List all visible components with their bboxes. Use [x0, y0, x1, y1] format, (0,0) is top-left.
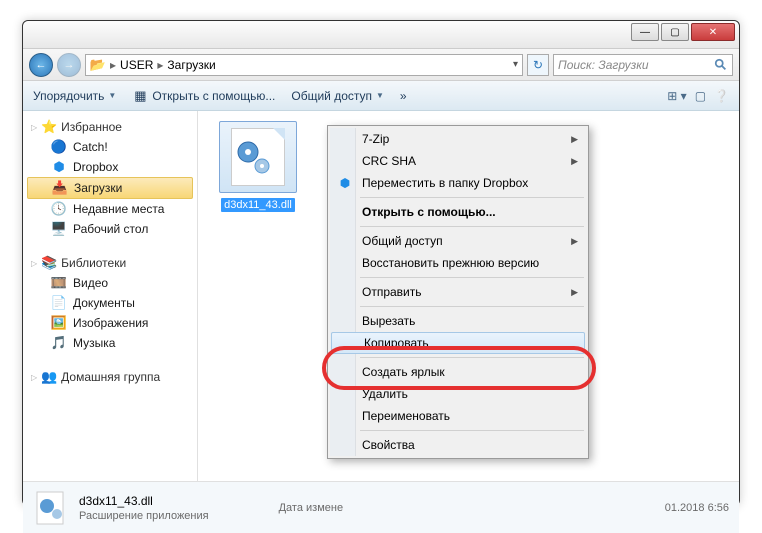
ctx-copy[interactable]: Копировать — [331, 332, 585, 354]
ctx-share[interactable]: Общий доступ▶ — [330, 230, 586, 252]
sidebar: ▷⭐Избранное 🔵Catch! ⬢Dropbox 📥Загрузки 🕓… — [23, 111, 198, 481]
sidebar-item-documents[interactable]: 📄Документы — [23, 293, 197, 313]
forward-button[interactable]: → — [57, 53, 81, 77]
ctx-delete[interactable]: Удалить — [330, 383, 586, 405]
star-icon: ⭐ — [41, 119, 57, 135]
titlebar[interactable]: — ▢ ✕ — [23, 21, 739, 49]
back-button[interactable]: ← — [29, 53, 53, 77]
submenu-arrow-icon: ▶ — [571, 156, 578, 167]
search-placeholder: Поиск: Загрузки — [558, 58, 649, 72]
ctx-rename[interactable]: Переименовать — [330, 405, 586, 427]
folder-icon: 📂 — [90, 57, 106, 73]
help-icon[interactable]: ❔ — [714, 89, 729, 103]
ctx-crcsha[interactable]: CRC SHA▶ — [330, 150, 586, 172]
status-bar: d3dx11_43.dll Расширение приложения Дата… — [23, 481, 739, 533]
documents-icon: 📄 — [51, 295, 67, 311]
share-button[interactable]: Общий доступ▼ — [291, 89, 384, 103]
submenu-arrow-icon: ▶ — [571, 287, 578, 298]
dll-file-icon — [219, 121, 297, 193]
refresh-button[interactable]: ↻ — [527, 54, 549, 76]
ctx-open-with[interactable]: Открыть с помощью... — [330, 201, 586, 223]
ctx-cut[interactable]: Вырезать — [330, 310, 586, 332]
dropbox-icon: ⬢ — [336, 176, 354, 190]
status-filetype: Расширение приложения — [79, 510, 209, 522]
ctx-send-to[interactable]: Отправить▶ — [330, 281, 586, 303]
organize-button[interactable]: Упорядочить▼ — [33, 89, 116, 103]
music-icon: 🎵 — [51, 335, 67, 351]
more-button[interactable]: » — [400, 89, 407, 103]
ctx-restore[interactable]: Восстановить прежнюю версию — [330, 252, 586, 274]
sidebar-item-dropbox[interactable]: ⬢Dropbox — [23, 157, 197, 177]
breadcrumb-downloads[interactable]: Загрузки — [167, 58, 215, 72]
homegroup-header[interactable]: ▷👥Домашняя группа — [23, 367, 197, 387]
sidebar-item-downloads[interactable]: 📥Загрузки — [27, 177, 193, 199]
gear-icon — [232, 136, 276, 180]
recent-icon: 🕓 — [51, 201, 67, 217]
maximize-button[interactable]: ▢ — [661, 23, 689, 41]
desktop-icon: 🖥️ — [51, 221, 67, 237]
preview-icon[interactable]: ▢ — [695, 89, 706, 103]
sidebar-item-desktop[interactable]: 🖥️Рабочий стол — [23, 219, 197, 239]
context-menu: 7-Zip▶ CRC SHA▶ ⬢Переместить в папку Dro… — [327, 125, 589, 459]
breadcrumb-sep: ▸ — [157, 58, 163, 72]
video-icon: 🎞️ — [51, 275, 67, 291]
dropbox-icon: ⬢ — [51, 159, 67, 175]
app-icon: ▦ — [132, 88, 148, 104]
downloads-icon: 📥 — [52, 180, 68, 196]
file-name-label: d3dx11_43.dll — [221, 198, 295, 212]
library-icon: 📚 — [41, 255, 57, 271]
sidebar-item-music[interactable]: 🎵Музыка — [23, 333, 197, 353]
ctx-7zip[interactable]: 7-Zip▶ — [330, 128, 586, 150]
images-icon: 🖼️ — [51, 315, 67, 331]
status-filename: d3dx11_43.dll — [79, 494, 209, 508]
view-icon[interactable]: ⊞ ▾ — [667, 89, 686, 103]
ctx-properties[interactable]: Свойства — [330, 434, 586, 456]
sidebar-item-images[interactable]: 🖼️Изображения — [23, 313, 197, 333]
close-button[interactable]: ✕ — [691, 23, 735, 41]
breadcrumb-user[interactable]: USER — [120, 58, 153, 72]
dll-status-icon — [33, 490, 69, 526]
minimize-button[interactable]: — — [631, 23, 659, 41]
navigation-bar: ← → 📂 ▸ USER ▸ Загрузки ▾ ↻ Поиск: Загру… — [23, 49, 739, 81]
search-icon — [714, 58, 728, 72]
status-date-value: 01.2018 6:56 — [665, 502, 729, 514]
sidebar-item-video[interactable]: 🎞️Видео — [23, 273, 197, 293]
catch-icon: 🔵 — [51, 139, 67, 155]
address-bar[interactable]: 📂 ▸ USER ▸ Загрузки ▾ — [85, 54, 523, 76]
open-with-button[interactable]: ▦Открыть с помощью... — [132, 88, 275, 104]
breadcrumb-sep: ▸ — [110, 58, 116, 72]
favorites-header[interactable]: ▷⭐Избранное — [23, 117, 197, 137]
ctx-dropbox-move[interactable]: ⬢Переместить в папку Dropbox — [330, 172, 586, 194]
submenu-arrow-icon: ▶ — [571, 134, 578, 145]
sidebar-item-catch[interactable]: 🔵Catch! — [23, 137, 197, 157]
submenu-arrow-icon: ▶ — [571, 236, 578, 247]
toolbar: Упорядочить▼ ▦Открыть с помощью... Общий… — [23, 81, 739, 111]
search-input[interactable]: Поиск: Загрузки — [553, 54, 733, 76]
libraries-header[interactable]: ▷📚Библиотеки — [23, 253, 197, 273]
homegroup-icon: 👥 — [41, 369, 57, 385]
sidebar-item-recent[interactable]: 🕓Недавние места — [23, 199, 197, 219]
file-item[interactable]: d3dx11_43.dll — [208, 121, 308, 212]
ctx-shortcut[interactable]: Создать ярлык — [330, 361, 586, 383]
status-date-label: Дата измене — [279, 502, 343, 514]
